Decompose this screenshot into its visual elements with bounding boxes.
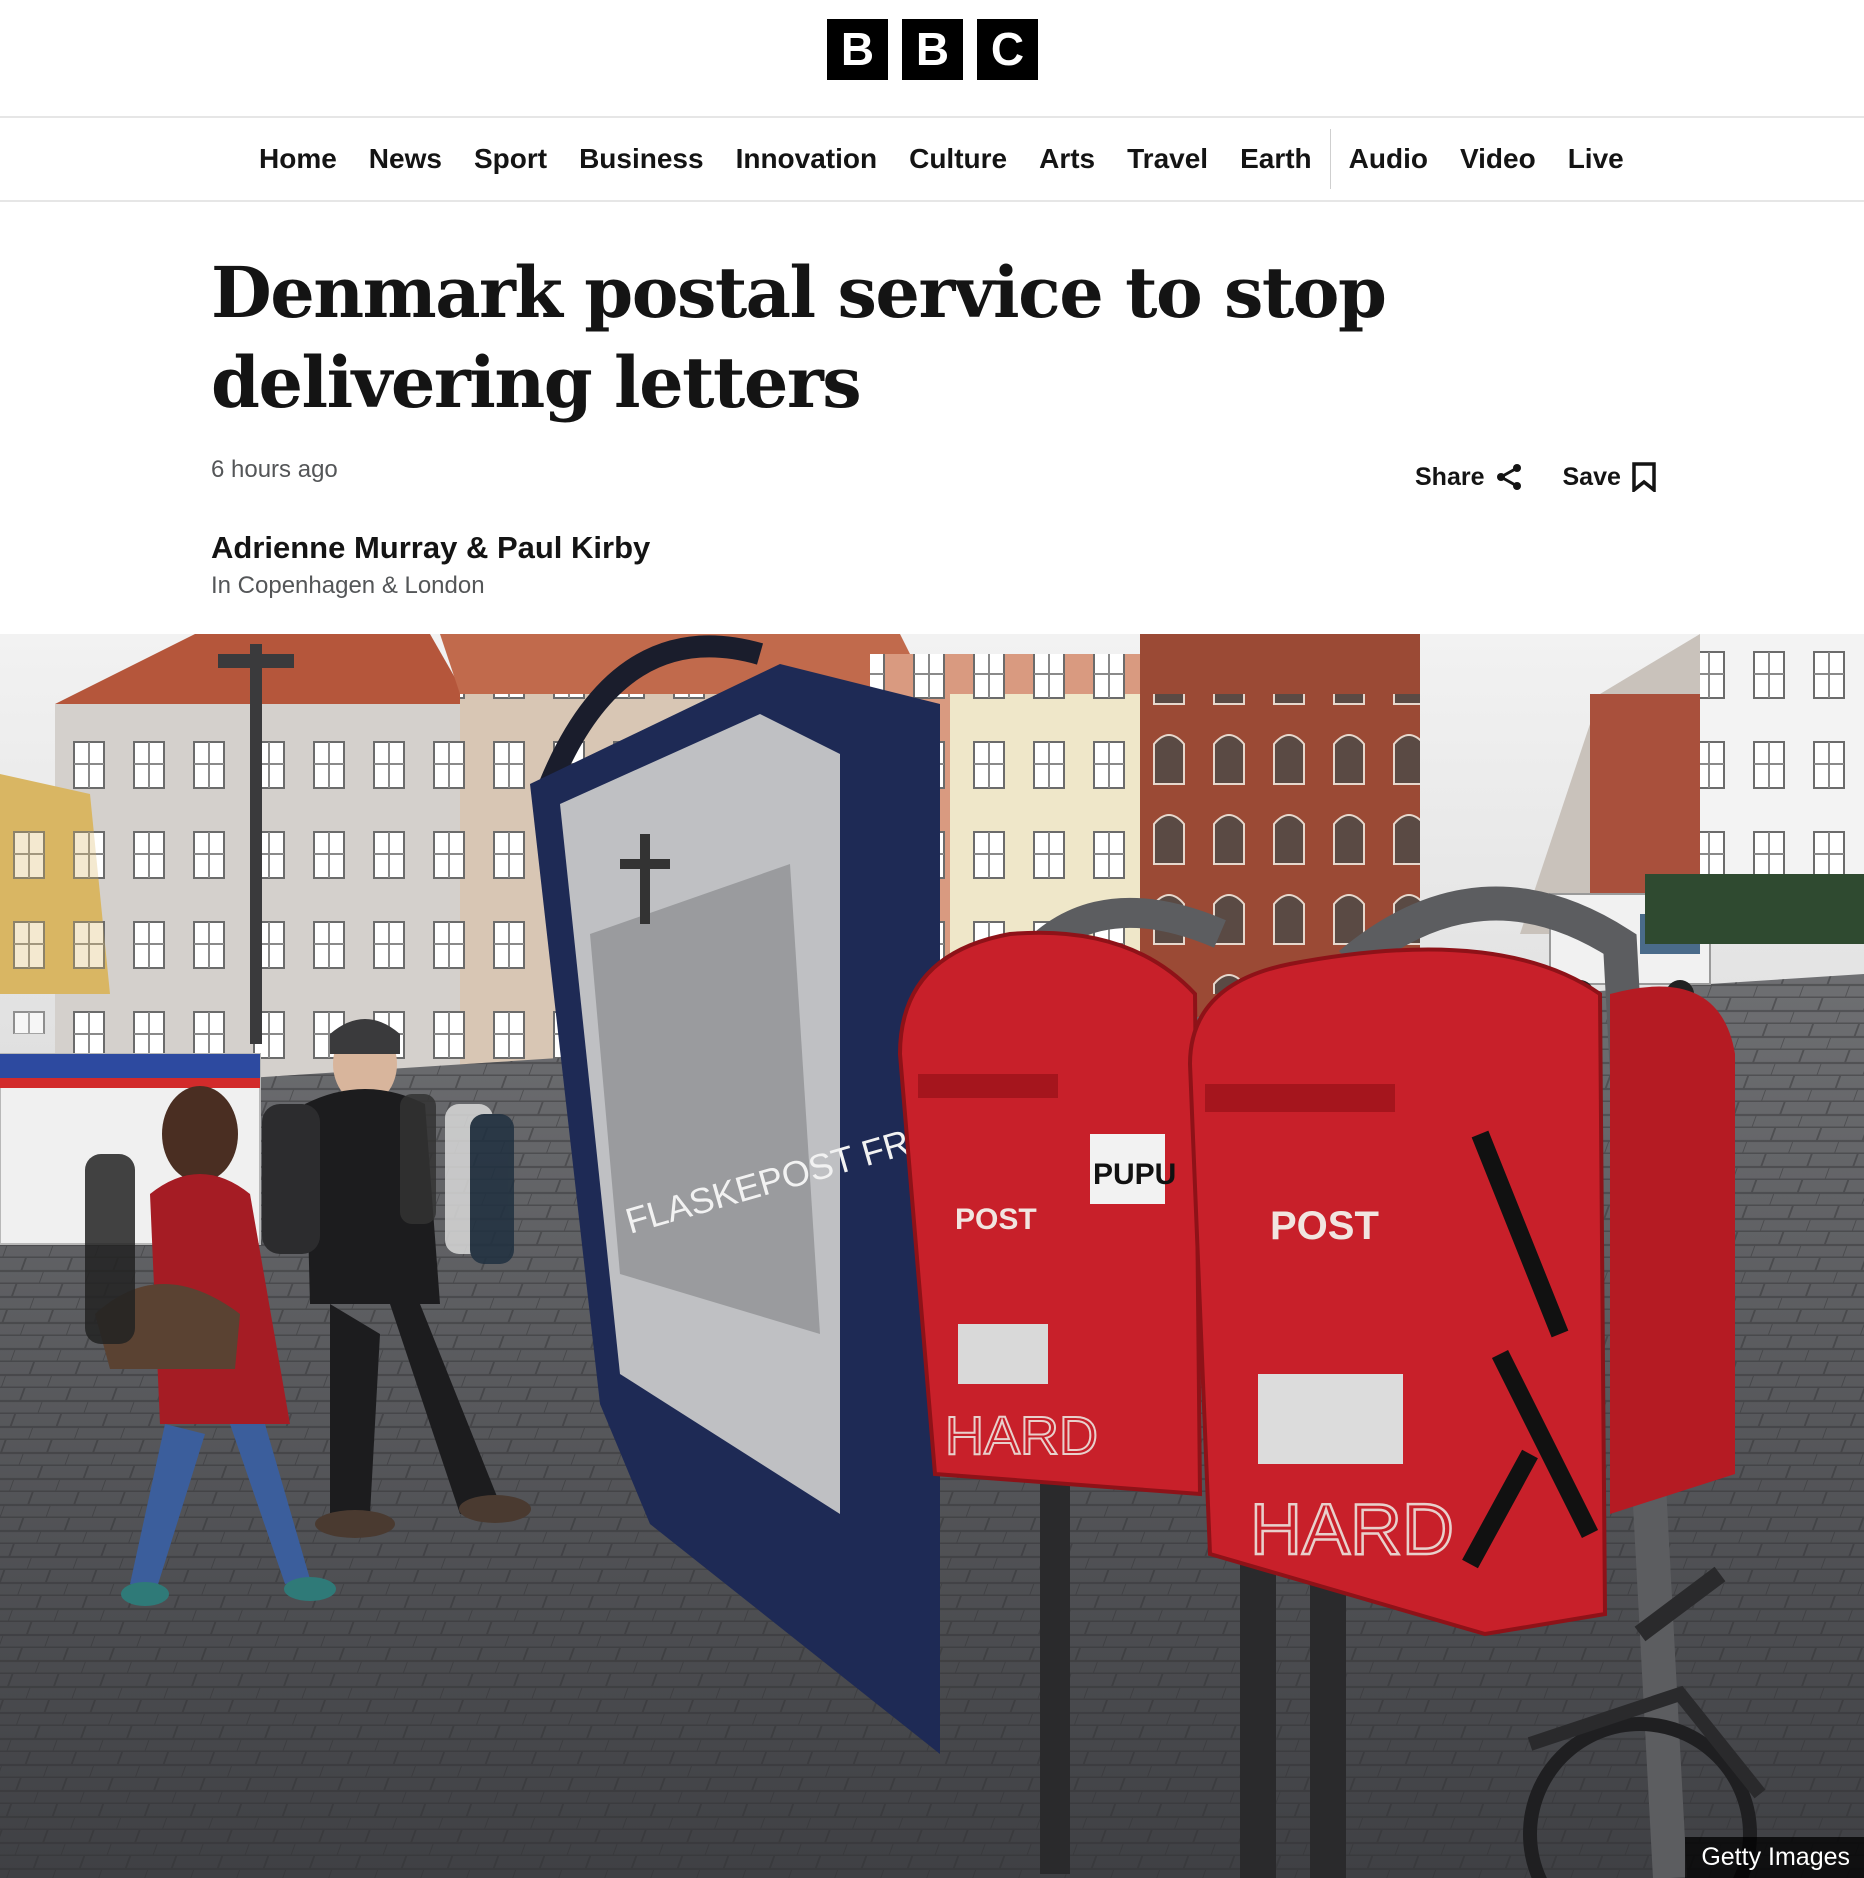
nav-item-sport[interactable]: Sport	[458, 118, 563, 200]
bbc-logo-letter: C	[977, 19, 1038, 80]
save-button[interactable]: Save	[1562, 462, 1656, 492]
hero-photo-illustration: FLASKEPOST FRA P POST HARD PUPU POST HAR…	[0, 634, 1864, 1878]
share-icon	[1494, 462, 1524, 492]
nav-item-innovation[interactable]: Innovation	[720, 118, 894, 200]
nav-item-news[interactable]: News	[353, 118, 458, 200]
nav-item-home[interactable]: Home	[243, 118, 353, 200]
nav-item-culture[interactable]: Culture	[893, 118, 1023, 200]
nav-item-arts[interactable]: Arts	[1023, 118, 1111, 200]
hero-image: FLASKEPOST FRA P POST HARD PUPU POST HAR…	[0, 634, 1864, 1878]
article-timestamp: 6 hours ago	[211, 456, 338, 483]
nav-item-travel[interactable]: Travel	[1111, 118, 1224, 200]
postbox-sticker: PUPU	[1093, 1158, 1176, 1191]
nav-item-earth[interactable]: Earth	[1224, 118, 1328, 200]
nav-item-live[interactable]: Live	[1552, 118, 1640, 200]
nav-item-video[interactable]: Video	[1444, 118, 1552, 200]
postbox-left-graffiti: HARD	[945, 1406, 1098, 1466]
image-credit: Getty Images	[1685, 1837, 1864, 1878]
bbc-logo[interactable]: B B C	[827, 19, 1038, 80]
save-label: Save	[1562, 462, 1621, 491]
bbc-logo-letter: B	[827, 19, 888, 80]
masthead: B B C	[0, 0, 1864, 118]
nav-divider	[1329, 129, 1331, 189]
postbox-left-label: POST	[955, 1203, 1037, 1236]
nav-item-audio[interactable]: Audio	[1333, 118, 1444, 200]
article-actions: Share Save	[1415, 462, 1657, 492]
postbox-right-graffiti: HARD	[1250, 1490, 1454, 1570]
postbox-right-label: POST	[1270, 1204, 1379, 1248]
article-headline: Denmark postal service to stop deliverin…	[211, 251, 1387, 424]
nav-item-business[interactable]: Business	[563, 118, 720, 200]
share-label: Share	[1415, 462, 1485, 491]
bookmark-icon	[1631, 462, 1657, 492]
share-button[interactable]: Share	[1415, 462, 1524, 492]
main-navigation: Home News Sport Business Innovation Cult…	[0, 118, 1864, 202]
bbc-logo-letter: B	[902, 19, 963, 80]
byline-authors: Adrienne Murray & Paul Kirby	[211, 530, 651, 565]
nav-list: Home News Sport Business Innovation Cult…	[243, 118, 1640, 200]
byline-location: In Copenhagen & London	[211, 572, 485, 599]
